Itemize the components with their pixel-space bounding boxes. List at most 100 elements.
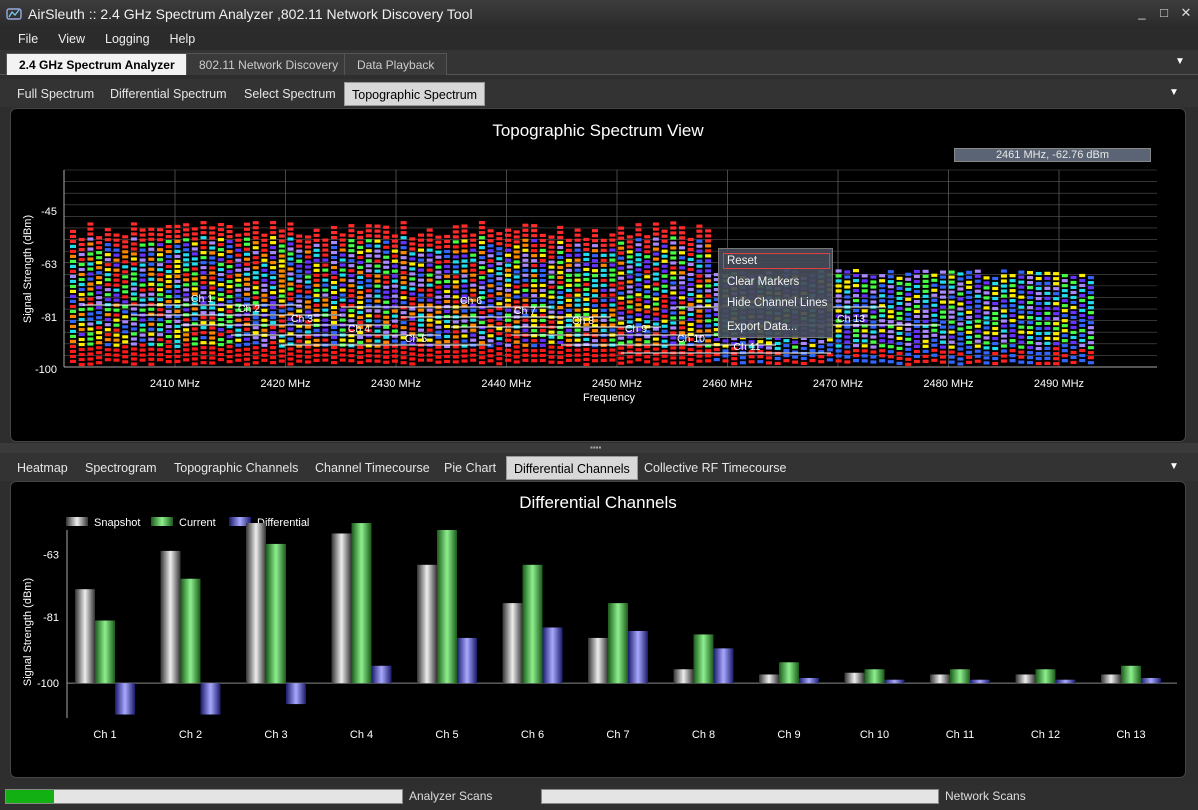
spectrum-cell bbox=[696, 279, 703, 283]
spectrum-cell bbox=[992, 286, 999, 291]
menu-file[interactable]: File bbox=[8, 32, 48, 46]
spectrum-cell bbox=[531, 344, 538, 348]
spectrum-cell bbox=[931, 333, 938, 337]
spectrum-cell bbox=[818, 355, 825, 359]
spectrum-cell bbox=[270, 321, 277, 325]
spectrum-cell bbox=[348, 299, 355, 303]
spectrum-cell bbox=[261, 238, 268, 242]
differential-chart[interactable]: Signal Strength (dBm) Snapshot Current Dif… bbox=[11, 482, 1187, 779]
spectrum-cell bbox=[139, 333, 146, 337]
tab-full-spectrum[interactable]: Full Spectrum bbox=[10, 82, 101, 106]
tab-heatmap[interactable]: Heatmap bbox=[10, 456, 75, 480]
spectrum-cell bbox=[679, 281, 685, 285]
spectrum-cell bbox=[1061, 304, 1068, 308]
spectrum-cell bbox=[96, 246, 103, 250]
spectrum-cell bbox=[887, 330, 894, 334]
spectrum-cell bbox=[966, 295, 973, 299]
tab-topographic-channels[interactable]: Topographic Channels bbox=[167, 456, 305, 480]
tab-dropdown-icon[interactable]: ▼ bbox=[1174, 56, 1186, 68]
spectrum-cell bbox=[1000, 289, 1007, 293]
spectrum-cell bbox=[600, 253, 607, 257]
spectrum-cell bbox=[374, 274, 381, 278]
tab-pie-chart[interactable]: Pie Chart bbox=[437, 456, 503, 480]
spectrum-cell bbox=[304, 265, 311, 269]
spectrum-cell bbox=[705, 239, 712, 243]
spectrum-cell bbox=[635, 228, 642, 232]
spectrum-cell bbox=[113, 313, 120, 317]
maximize-button[interactable]: □ bbox=[1154, 4, 1174, 22]
spectrum-cell bbox=[357, 240, 364, 245]
spectrum-cell bbox=[348, 284, 355, 288]
spectrum-cell bbox=[1053, 357, 1060, 361]
spectrum-cell bbox=[400, 241, 407, 245]
spectrum-cell bbox=[87, 297, 94, 301]
spectrum-cell bbox=[1044, 346, 1051, 350]
tab-differential-channels[interactable]: Differential Channels bbox=[506, 456, 638, 480]
spectrum-cell bbox=[470, 328, 477, 332]
spectrum-cell bbox=[809, 348, 816, 353]
menu-export-data[interactable]: Export Data... bbox=[727, 321, 797, 333]
bottom-dropdown-icon[interactable]: ▼ bbox=[1168, 461, 1180, 473]
spectrum-cell bbox=[652, 272, 659, 276]
spectrum-cell bbox=[357, 255, 364, 260]
spectrum-cell bbox=[78, 257, 85, 262]
menu-logging[interactable]: Logging bbox=[95, 32, 160, 46]
menu-hide-channel-lines[interactable]: Hide Channel Lines bbox=[727, 297, 827, 309]
spectrum-cell bbox=[104, 258, 111, 262]
spectrum-cell bbox=[539, 233, 546, 238]
spectrum-cell bbox=[383, 330, 390, 334]
spectrum-cell bbox=[531, 349, 538, 353]
tab-topographic-spectrum[interactable]: Topographic Spectrum bbox=[344, 82, 486, 106]
minimize-button[interactable]: _ bbox=[1132, 4, 1152, 22]
spectrum-cell bbox=[70, 254, 76, 259]
spectrum-cell bbox=[539, 353, 546, 358]
spectrum-cell bbox=[1087, 351, 1094, 355]
spectrum-cell bbox=[400, 266, 407, 270]
spectrum-cell bbox=[835, 339, 842, 343]
tab-data-playback[interactable]: Data Playback bbox=[344, 53, 448, 75]
tab-differential-spectrum[interactable]: Differential Spectrum bbox=[103, 82, 234, 106]
spectrum-dropdown-icon[interactable]: ▼ bbox=[1168, 87, 1180, 99]
spectrum-cell bbox=[435, 260, 442, 264]
tab-network-discovery[interactable]: 802.11 Network Discovery bbox=[186, 53, 352, 75]
bar-differential bbox=[542, 627, 563, 684]
menu-help[interactable]: Help bbox=[160, 32, 206, 46]
tab-channel-timecourse[interactable]: Channel Timecourse bbox=[308, 456, 437, 480]
spectrum-cell bbox=[418, 288, 424, 292]
spectrum-cell bbox=[96, 346, 103, 350]
spectrum-cell bbox=[391, 259, 398, 263]
spectrum-cell bbox=[1000, 279, 1007, 283]
tab-spectrogram[interactable]: Spectrogram bbox=[78, 456, 164, 480]
tab-spectrum-analyzer[interactable]: 2.4 GHz Spectrum Analyzer bbox=[6, 53, 188, 75]
spectrum-cell bbox=[444, 274, 451, 279]
spectrum-cell bbox=[331, 340, 337, 345]
spectrum-cell bbox=[313, 283, 320, 287]
spectrum-cell bbox=[287, 347, 294, 351]
bar-differential bbox=[884, 679, 905, 684]
spectrum-cell bbox=[444, 329, 451, 334]
menu-clear-markers[interactable]: Clear Markers bbox=[727, 276, 799, 288]
spectrum-cell bbox=[200, 306, 207, 310]
spectrum-cell bbox=[87, 362, 94, 366]
spectrum-cell bbox=[1079, 318, 1086, 323]
spectrum-cell bbox=[583, 337, 590, 342]
spectrum-cell bbox=[696, 264, 703, 268]
spectrum-cell bbox=[452, 275, 459, 279]
spectrum-cell bbox=[1061, 329, 1068, 333]
spectrum-cell bbox=[600, 293, 607, 297]
spectrum-cell bbox=[226, 345, 233, 349]
spectrum-cell bbox=[974, 339, 981, 343]
menu-reset[interactable]: Reset bbox=[727, 255, 757, 267]
spectrum-cell bbox=[461, 334, 468, 338]
splitter-grip-icon[interactable]: ▪▪▪▪ bbox=[590, 444, 608, 452]
spectrum-cell bbox=[357, 270, 364, 275]
spectrum-cell bbox=[644, 295, 651, 299]
spectrum-cell bbox=[226, 230, 233, 234]
bar-category-label: Ch 1 bbox=[93, 729, 116, 741]
tab-select-spectrum[interactable]: Select Spectrum bbox=[237, 82, 343, 106]
close-button[interactable]: ✕ bbox=[1176, 4, 1196, 22]
spectrum-cell bbox=[365, 354, 372, 358]
spectrum-cell bbox=[287, 362, 294, 366]
menu-view[interactable]: View bbox=[48, 32, 95, 46]
tab-collective-rf-timecourse[interactable]: Collective RF Timecourse bbox=[637, 456, 793, 480]
